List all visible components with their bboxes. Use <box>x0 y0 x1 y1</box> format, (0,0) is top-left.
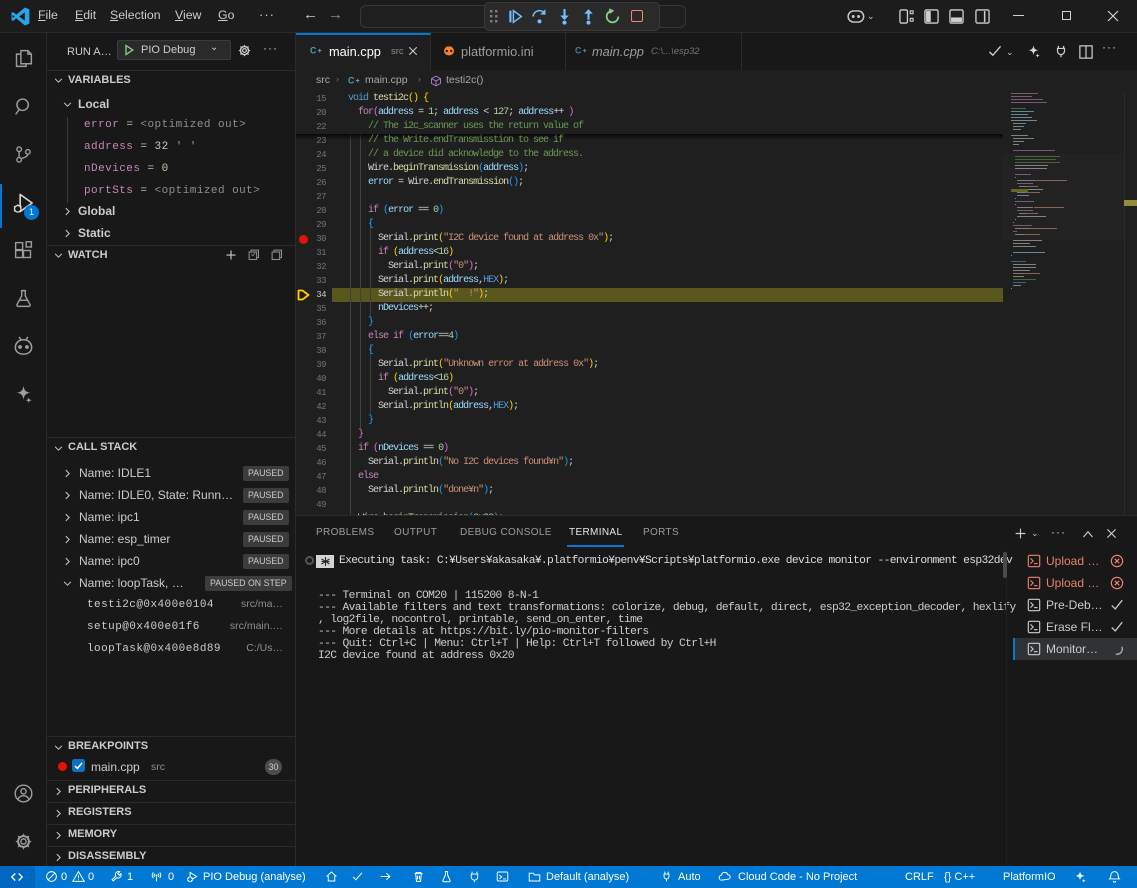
svg-text:C: C <box>310 46 317 56</box>
svg-text:C: C <box>575 46 582 56</box>
svg-text:C: C <box>348 76 355 86</box>
